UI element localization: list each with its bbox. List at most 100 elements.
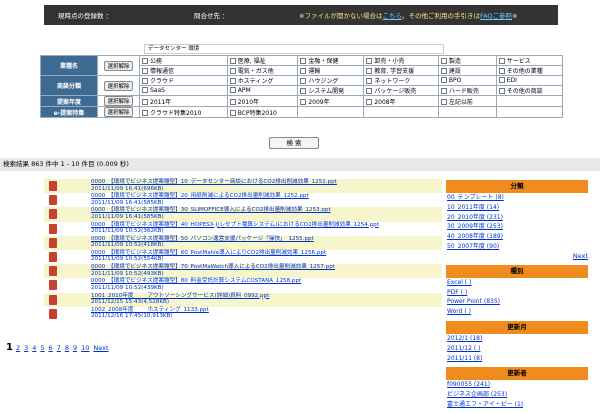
filter-option[interactable]: 金融・保健 [297,55,365,66]
checkbox[interactable] [142,98,148,105]
page-link[interactable]: 2 [16,344,20,352]
page-link[interactable]: 6 [49,344,53,352]
result-title-link[interactable]: 0000_【環境でビジネス提案雛型】70_PostMaWatch導入によるCO2… [91,264,335,271]
page-link[interactable]: 10 [81,344,89,352]
clear-selection-button[interactable]: 選択解除 [104,107,133,117]
checkbox[interactable] [366,78,373,84]
checkbox[interactable] [142,109,148,116]
faq-link[interactable]: FAQご参照 [480,12,512,20]
filter-option[interactable]: 教育, 学習支援 [363,65,439,76]
facet-item[interactable]: Power Point (835) [446,297,588,307]
checkbox[interactable] [440,98,447,105]
checkbox[interactable] [440,58,447,64]
page-link[interactable]: 8 [65,344,69,352]
checkbox[interactable] [300,78,307,84]
filter-option[interactable]: 2011年 [139,95,228,107]
checkbox[interactable] [440,77,447,83]
filter-option[interactable]: 建設 [437,65,497,76]
result-title-link[interactable]: 0000_【環境でビジネス提案雛型】20_用紙削減によるCO2排出量削減効果_1… [91,193,309,200]
filter-option[interactable]: 製造 [437,55,497,66]
filter-option[interactable]: 卸売・小売 [363,55,439,66]
page-link[interactable]: 3 [24,344,28,352]
keyword-input[interactable]: データセンター 環境 [144,44,444,54]
result-title-link[interactable]: 0000_【環境でビジネス提案雛型】10_データセンター商談におけるCO2排出削… [91,179,337,186]
checkbox[interactable] [229,68,236,74]
filter-option[interactable]: クラウド特集2010 [139,106,228,118]
checkbox[interactable] [300,98,307,105]
facet-item[interactable]: 2011/11 (8) [446,354,588,364]
filter-option[interactable]: 公務 [139,55,228,66]
page-link[interactable]: 4 [32,344,36,352]
filter-option[interactable]: SaaS [139,85,228,96]
filter-option[interactable]: ホスティング [226,75,299,86]
filter-option[interactable]: BPO [437,75,497,86]
facet-item[interactable]: 2011/12 ( ) [446,344,588,354]
filter-option[interactable]: その他の業種 [495,65,564,76]
facet-item[interactable]: PDF ( ) [446,288,588,298]
here-link[interactable]: こちら [382,12,402,20]
filter-option[interactable]: ネットワーク [363,75,439,86]
facet-item[interactable]: 00_テンプレート (8) [446,193,588,203]
checkbox[interactable] [440,88,447,94]
checkbox[interactable] [300,58,307,64]
checkbox[interactable] [300,68,307,74]
checkbox[interactable] [142,68,148,74]
checkbox[interactable] [366,58,373,64]
clear-selection-button[interactable]: 選択解除 [104,80,133,91]
filter-option[interactable]: 情報通信 [139,65,228,76]
filter-option[interactable]: 電気・ガス他 [226,65,299,76]
checkbox[interactable] [366,98,373,105]
checkbox[interactable] [498,68,505,74]
checkbox[interactable] [498,88,505,94]
clear-selection-button[interactable]: 選択解除 [104,96,133,106]
facet-item[interactable]: 20_2010年度 (231) [446,213,588,223]
facet-item[interactable]: Word ( ) [446,307,588,317]
checkbox[interactable] [229,98,236,105]
filter-option[interactable]: ハウジング [297,75,365,86]
checkbox[interactable] [142,87,148,93]
checkbox[interactable] [229,78,236,84]
checkbox[interactable] [366,88,373,94]
filter-option[interactable]: 2008年 [363,95,439,107]
clear-selection-button[interactable]: 選択解除 [104,60,133,71]
search-button[interactable]: 検 索 [269,137,319,149]
checkbox[interactable] [142,78,148,84]
filter-option[interactable]: ハード販売 [437,85,497,96]
facet-item[interactable]: f090055 (241) [446,380,588,390]
checkbox[interactable] [498,58,505,64]
filter-option[interactable]: EDI [495,75,564,86]
filter-option[interactable]: パッケージ販売 [363,85,439,96]
checkbox[interactable] [229,109,236,116]
checkbox[interactable] [229,87,236,93]
facet-item[interactable]: 40_2008年度 (189) [446,232,588,242]
filter-option[interactable]: サービス [495,55,564,66]
checkbox[interactable] [498,77,505,83]
facet-item[interactable]: 50_2007年度 (90) [446,242,588,252]
filter-option[interactable]: 左記以前 [437,95,497,107]
filter-option[interactable]: 運輸 [297,65,365,76]
filter-option[interactable]: BCP特集2010 [226,106,299,118]
facet-item[interactable]: 2012/1 (18) [446,334,588,344]
next-page-link[interactable]: Next [93,344,108,352]
filter-option[interactable]: クラウド [139,75,228,86]
facet-item[interactable]: 富士通エフ・アイ・ピー (1) [446,400,588,410]
checkbox[interactable] [142,58,148,64]
filter-option[interactable]: 2010年 [226,95,299,107]
checkbox[interactable] [229,58,236,64]
checkbox[interactable] [440,68,447,74]
filter-option[interactable]: その他の商談 [495,85,564,96]
page-link[interactable]: 9 [73,344,77,352]
page-link[interactable]: 7 [57,344,61,352]
facet-item[interactable]: 30_2009年度 (253) [446,222,588,232]
facet-item[interactable]: Excel ( ) [446,278,588,288]
result-title-link[interactable]: 0000_【環境でビジネス提案雛型】80_料金受託計算システムCOSTANA_1… [91,278,301,285]
filter-option[interactable]: 2009年 [297,95,365,107]
result-title-link[interactable]: 0000_【環境でビジネス提案雛型】30_SLIMOFFICE導入によるCO2排… [91,207,331,214]
facet-item[interactable]: 10_2011年度 (14) [446,203,588,213]
filter-option[interactable]: APM [226,85,299,96]
page-link[interactable]: 5 [40,344,44,352]
checkbox[interactable] [366,68,373,74]
filter-option[interactable]: 医療, 福祉 [226,55,299,66]
facet-item[interactable]: ビジネス企画部 (253) [446,390,588,400]
filter-option[interactable]: システム開発 [297,85,365,96]
